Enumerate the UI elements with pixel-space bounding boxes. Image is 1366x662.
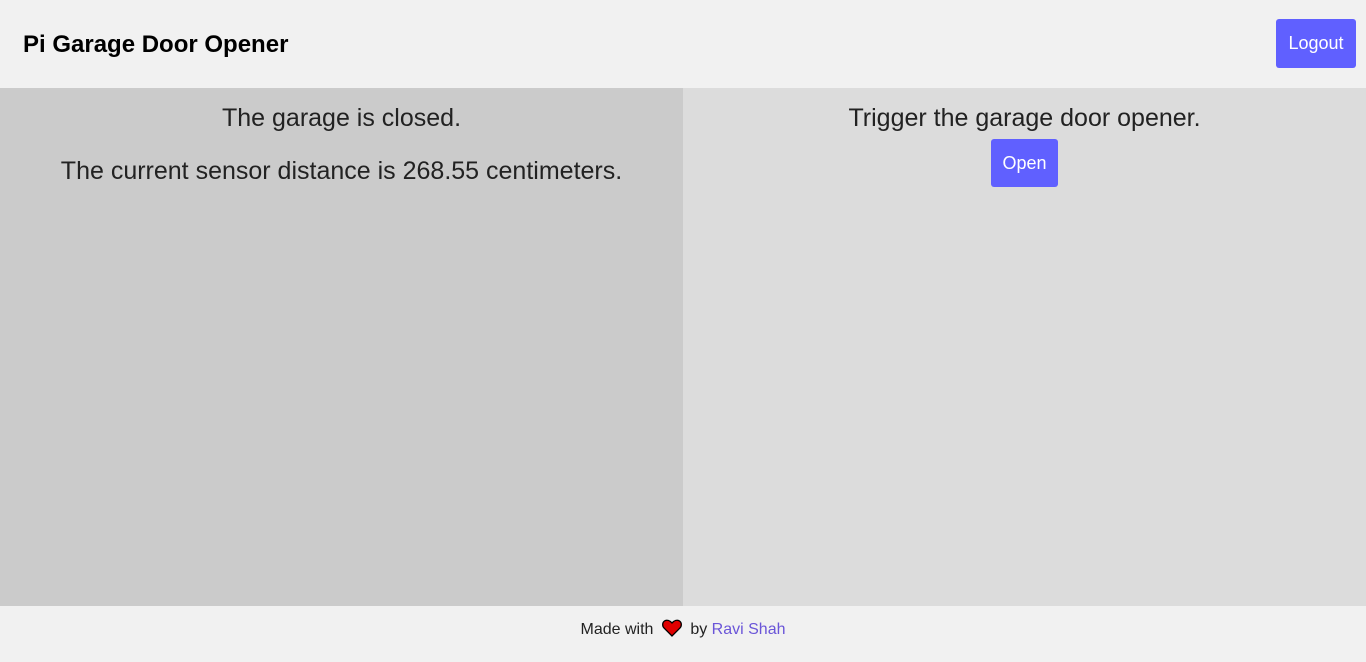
footer-credit: Made with by Ravi Shah: [0, 619, 1366, 643]
made-with-text: Made with: [580, 621, 654, 638]
status-panel: The garage is closed. The current sensor…: [0, 88, 683, 606]
author-link[interactable]: Ravi Shah: [712, 621, 786, 638]
control-panel: Trigger the garage door opener. Open: [683, 88, 1366, 606]
trigger-prompt-text: Trigger the garage door opener.: [848, 104, 1201, 132]
by-text: by: [690, 621, 708, 638]
garage-status-text: The garage is closed.: [221, 104, 462, 132]
app-header: Pi Garage Door Opener Logout: [0, 0, 1366, 88]
sensor-distance-text: The current sensor distance is 268.55 ce…: [60, 157, 623, 185]
footer: Made with by Ravi Shah: [0, 606, 1366, 662]
logout-button[interactable]: Logout: [1276, 19, 1356, 68]
heart-icon: [661, 619, 682, 643]
app-title: Pi Garage Door Opener: [23, 31, 289, 58]
open-button[interactable]: Open: [991, 139, 1058, 187]
